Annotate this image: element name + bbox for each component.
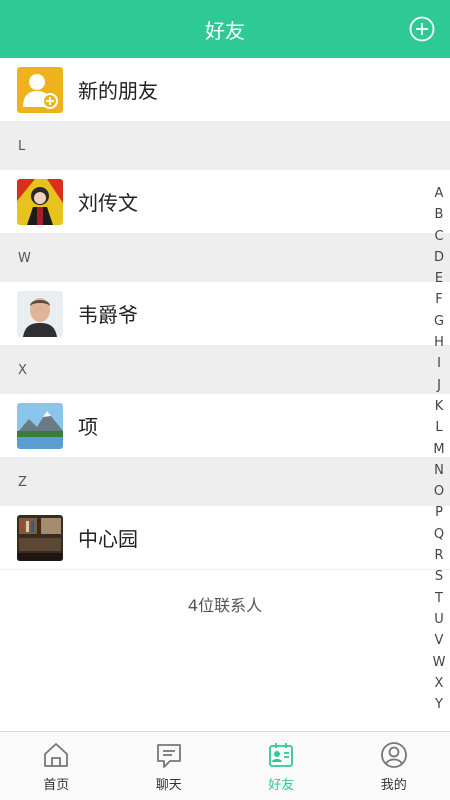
index-letter[interactable]: D	[432, 247, 446, 268]
home-icon	[44, 743, 69, 767]
index-letter[interactable]: S	[432, 566, 446, 587]
index-letter[interactable]: F	[432, 289, 446, 310]
avatar	[17, 514, 63, 561]
contact-count: 4位联系人	[187, 596, 263, 615]
index-letter[interactable]: G	[432, 311, 446, 332]
index-letter[interactable]: V	[432, 630, 446, 651]
add-user-icon	[17, 66, 63, 113]
index-letter[interactable]: M	[432, 439, 446, 460]
index-letter[interactable]: R	[432, 545, 446, 566]
index-letter[interactable]: P	[432, 502, 446, 523]
contact-row[interactable]: 中心园	[0, 506, 450, 570]
index-letter[interactable]: H	[432, 332, 446, 353]
tab-chat[interactable]: 聊天	[113, 732, 226, 800]
avatar	[17, 290, 63, 337]
contact-row[interactable]: 韦爵爷	[0, 282, 450, 346]
index-letter[interactable]: X	[432, 673, 446, 694]
profile-icon	[380, 742, 407, 768]
index-letter[interactable]: K	[432, 396, 446, 417]
contact-name: 刘传文	[78, 191, 138, 215]
index-letter[interactable]: B	[432, 204, 446, 225]
index-letter[interactable]: A	[432, 183, 446, 204]
section-header: L	[0, 122, 450, 170]
tab-label: 聊天	[155, 778, 182, 793]
new-friends-label: 新的朋友	[78, 79, 158, 103]
index-letter[interactable]: J	[432, 375, 446, 396]
page-title: 好友	[205, 18, 245, 43]
new-friends-item[interactable]: 新的朋友	[0, 58, 450, 122]
contacts-icon	[269, 743, 294, 767]
tab-label: 好友	[268, 778, 295, 793]
contact-name: 中心园	[78, 527, 138, 551]
tab-label: 我的	[380, 778, 407, 793]
tab-label: 首页	[43, 778, 70, 793]
index-letter[interactable]: W	[432, 652, 446, 673]
avatar	[17, 178, 63, 225]
section-header: X	[0, 346, 450, 394]
plus-circle-icon[interactable]	[408, 15, 436, 43]
tab-bar: 首页 聊天 好友 我的	[0, 731, 450, 800]
contact-row[interactable]: 刘传文	[0, 170, 450, 234]
index-letter[interactable]: U	[432, 609, 446, 630]
section-header: Z	[0, 458, 450, 506]
index-letter[interactable]: C	[432, 226, 446, 247]
avatar	[17, 402, 63, 449]
index-letter[interactable]: L	[432, 417, 446, 438]
section-header: W	[0, 234, 450, 282]
index-letter[interactable]: Q	[432, 524, 446, 545]
index-letter[interactable]: O	[432, 481, 446, 502]
index-letter[interactable]: T	[432, 588, 446, 609]
chat-icon	[156, 744, 181, 768]
contact-name: 韦爵爷	[78, 303, 138, 327]
index-letter[interactable]: I	[432, 353, 446, 374]
contact-list: 新的朋友 L 刘传文 W 韦爵爷 X 项 Z 中心园	[0, 58, 450, 570]
alphabet-index[interactable]: ABCDEFGHIJKLMNOPQRSTUVWXY	[432, 183, 446, 715]
contact-row[interactable]: 项	[0, 394, 450, 458]
index-letter[interactable]: E	[432, 268, 446, 289]
app-header: 好友	[0, 0, 450, 58]
tab-home[interactable]: 首页	[0, 732, 113, 800]
tab-friends[interactable]: 好友	[225, 732, 338, 800]
tab-profile[interactable]: 我的	[338, 732, 450, 800]
index-letter[interactable]: Y	[432, 694, 446, 715]
contact-name: 项	[78, 415, 98, 439]
index-letter[interactable]: N	[432, 460, 446, 481]
